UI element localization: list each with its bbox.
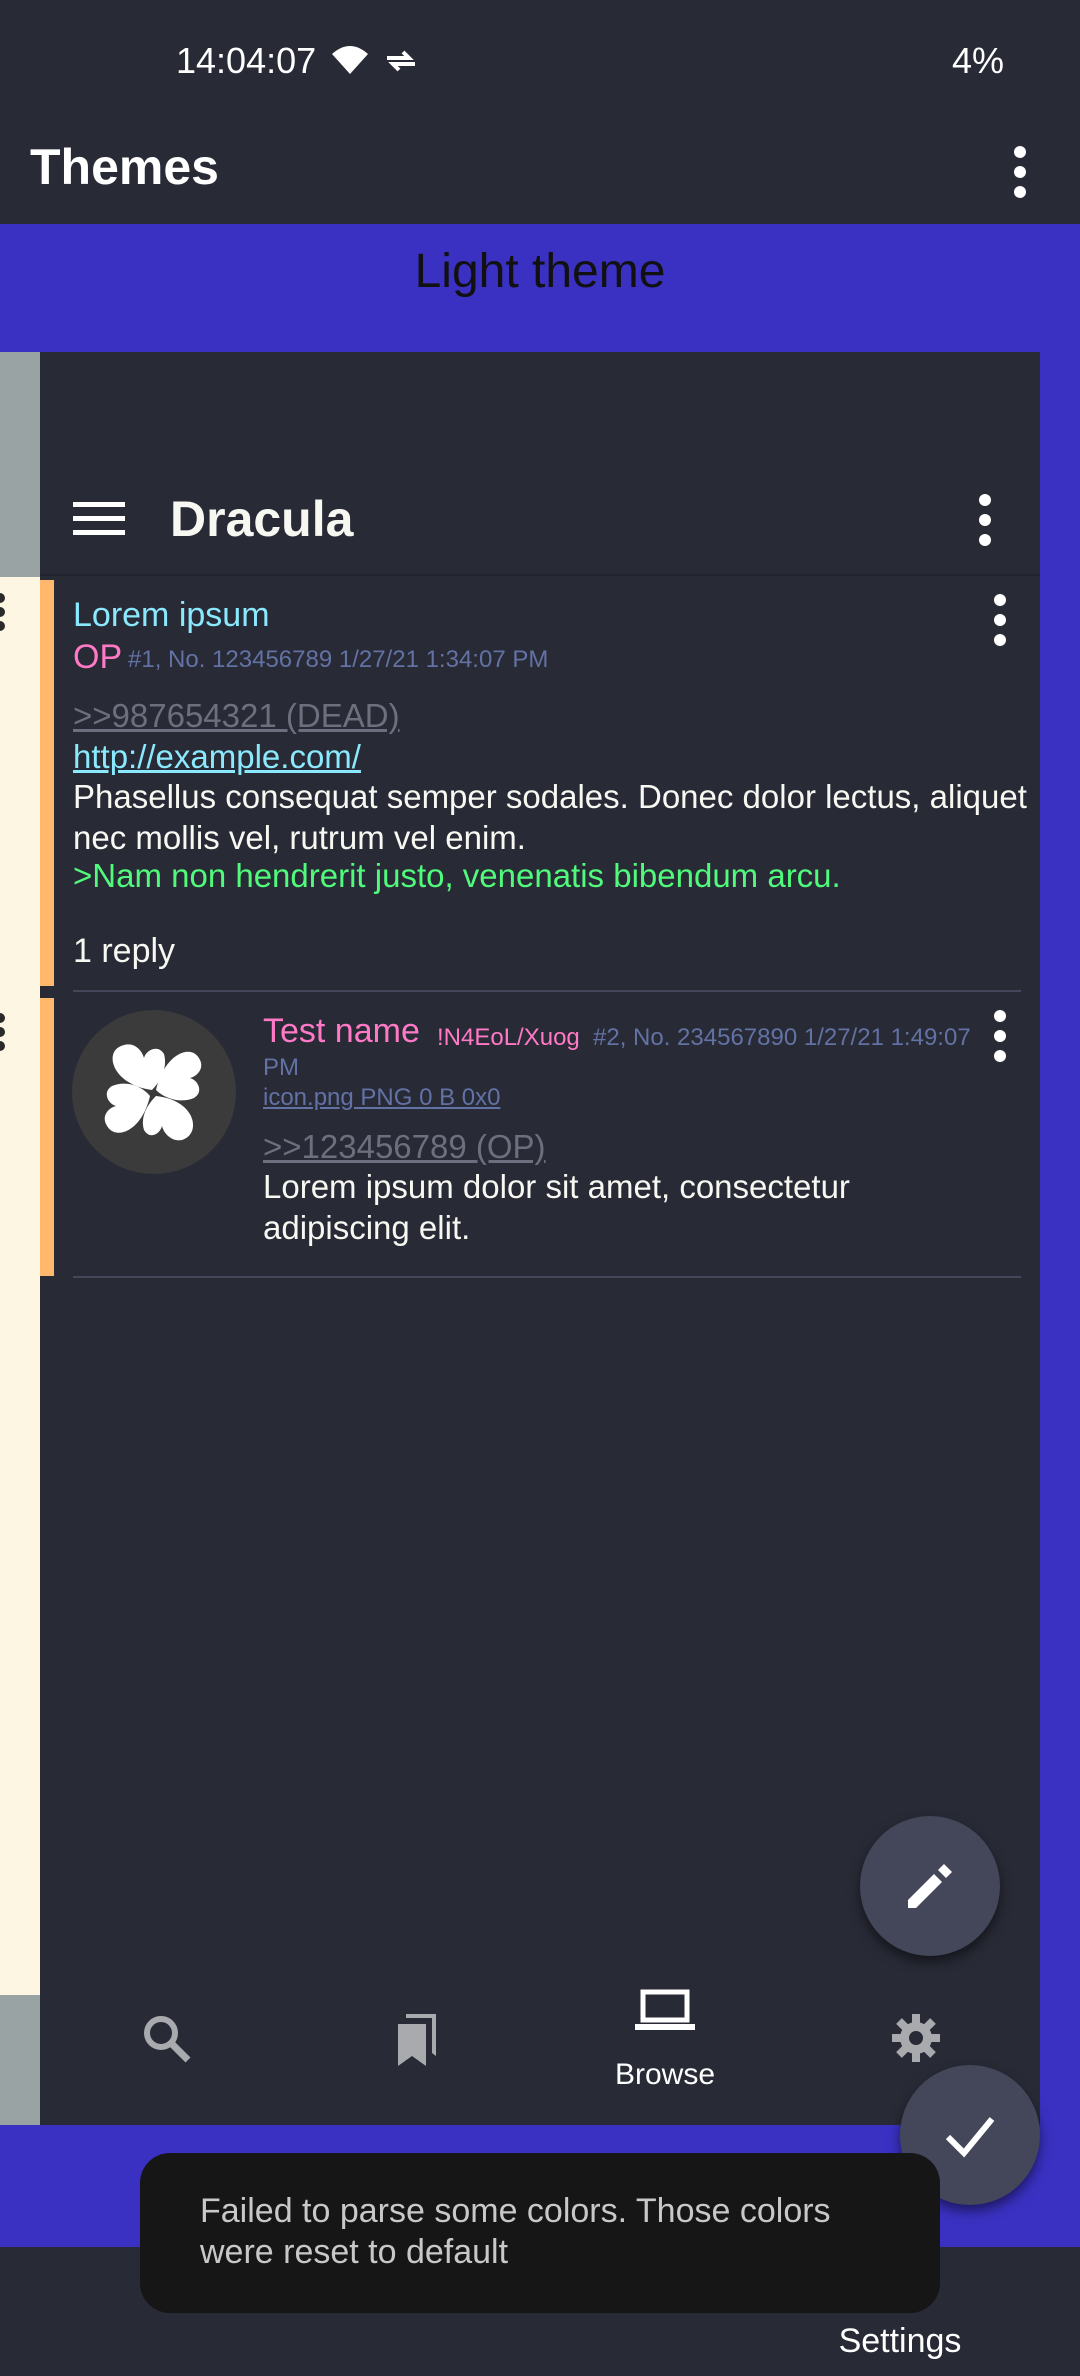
previous-theme-peek-nav [0, 1995, 40, 2125]
post-op-label: OP [73, 638, 123, 676]
bookmarks-icon [398, 2014, 436, 2066]
post-op[interactable]: Lorem ipsum OP #1, No. 123456789 1/27/21… [40, 580, 1040, 986]
preview-toolbar: Dracula [40, 462, 1040, 576]
laptop-icon [635, 1989, 695, 2030]
more-vert-icon[interactable] [1000, 142, 1040, 202]
nav-bookmarks[interactable] [290, 1972, 540, 2125]
peek-more-icon [0, 593, 5, 631]
nav-browse-label: Browse [614, 2058, 716, 2091]
post-body: Phasellus consequat semper sodales. Done… [73, 778, 1027, 856]
menu-icon[interactable] [73, 500, 125, 538]
status-time: 14:04:07 [176, 40, 317, 81]
snackbar: Failed to parse some colors. Those color… [140, 2153, 940, 2313]
theme-banner: Light theme [0, 224, 1080, 352]
file-info-link[interactable]: icon.png PNG 0 B 0x0 [263, 1084, 500, 1112]
post-meta: #1, No. 123456789 1/27/21 1:34:07 PM [128, 646, 549, 673]
preview-title: Dracula [170, 491, 354, 547]
post-divider [73, 990, 1021, 992]
theme-name: Light theme [414, 245, 666, 298]
page-title: Themes [30, 139, 219, 195]
more-vert-icon[interactable] [985, 592, 1015, 648]
nav-settings-label[interactable]: Settings [810, 2322, 990, 2361]
snackbar-message: Failed to parse some colors. Those color… [200, 2192, 831, 2271]
search-icon [144, 2016, 191, 2063]
pencil-icon [908, 1864, 952, 1908]
more-vert-icon[interactable] [985, 1008, 1015, 1064]
more-vert-icon[interactable] [970, 492, 1000, 548]
post-reply[interactable]: Test name !N4EoL/Xuog #2, No. 234567890 … [40, 998, 1040, 1276]
post-highlight-bar [40, 580, 54, 986]
post-replies[interactable]: 1 reply [73, 932, 175, 971]
peek-more-icon [0, 1013, 5, 1051]
post-highlight-bar [40, 998, 54, 1276]
clover-icon [104, 1044, 202, 1141]
post-subject: Lorem ipsum [73, 596, 270, 634]
post-meta-wrap: PM [263, 1054, 299, 1081]
post-body: Lorem ipsum dolor sit amet, consectetur … [263, 1168, 850, 1246]
status-bar: 14:04:07 4% [0, 0, 1080, 120]
post-divider [73, 1276, 1021, 1278]
data-transfer-icon [387, 50, 415, 72]
wifi-icon [332, 46, 368, 74]
quote-link[interactable]: >>123456789 (OP) [263, 1128, 546, 1166]
check-icon [945, 2117, 995, 2158]
edit-fab[interactable] [860, 1816, 1000, 1956]
poster-tripcode: !N4EoL/Xuog [437, 1024, 580, 1051]
theme-preview[interactable]: Dracula Lorem ipsum OP #1, No. 123456789… [40, 352, 1040, 2125]
poster-name: Test name [263, 1012, 420, 1050]
settings-gear-icon [892, 2014, 940, 2062]
post-link[interactable]: http://example.com/ [73, 738, 361, 776]
preview-bottom-nav: Browse [40, 1972, 1040, 2125]
battery-percentage: 4% [952, 40, 1005, 81]
previous-theme-peek-toolbar [0, 352, 40, 577]
nav-search[interactable] [40, 1972, 290, 2125]
app-bar: Themes [0, 120, 1080, 224]
dead-quote-link[interactable]: >>987654321 (DEAD) [73, 697, 400, 735]
post-greentext: >Nam non hendrerit justo, venenatis bibe… [73, 857, 841, 894]
post-meta: #2, No. 234567890 1/27/21 1:49:07 [593, 1024, 971, 1051]
nav-browse[interactable]: Browse [540, 1972, 790, 2125]
post-thumbnail[interactable] [72, 1010, 236, 1174]
